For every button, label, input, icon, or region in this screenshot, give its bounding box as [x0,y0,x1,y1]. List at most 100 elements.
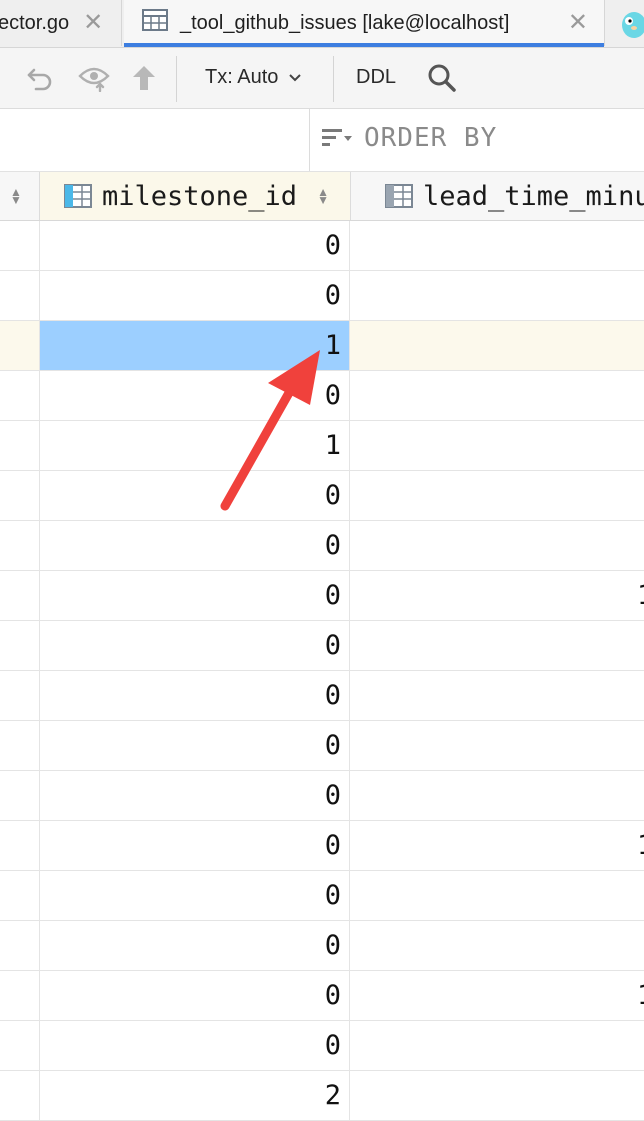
sort-arrows-icon[interactable]: ▲ ▼ [10,186,22,206]
table-cell-lead-time[interactable] [351,671,644,720]
table-row[interactable]: 0 [0,921,644,971]
table-cell-previous[interactable] [0,621,40,670]
table-row[interactable]: 0 [0,521,644,571]
table-cell-lead-time[interactable] [351,371,644,420]
table-cell-previous[interactable] [0,771,40,820]
table-row[interactable]: 0 [0,671,644,721]
table-cell-previous[interactable] [0,221,40,270]
table-cell-milestone-id[interactable]: 0 [40,471,350,520]
table-row[interactable]: 01 [0,821,644,871]
table-row[interactable]: 1 [0,421,644,471]
table-cell-previous[interactable] [0,921,40,970]
table-cell-previous[interactable] [0,871,40,920]
table-cell-milestone-id[interactable]: 0 [40,621,350,670]
table-cell-lead-time[interactable] [351,221,644,270]
table-cell-milestone-id[interactable]: 0 [40,721,350,770]
arrow-up-icon[interactable] [128,62,160,94]
table-cell-previous[interactable] [0,721,40,770]
table-cell-lead-time[interactable] [351,321,644,370]
table-row[interactable]: 0 [0,1021,644,1071]
data-grid: 001010001000001000102 [0,221,644,1121]
table-cell-lead-time[interactable]: 1 [351,821,644,870]
data-editor-toolbar: Tx: Auto DDL [0,48,644,109]
table-cell-milestone-id[interactable]: 0 [40,821,350,870]
order-by-placeholder: ORDER BY [364,123,498,153]
table-cell-milestone-id[interactable]: 0 [40,371,350,420]
table-cell-lead-time[interactable] [351,271,644,320]
column-header-row: ▲ ▼ milestone_id ▲ ▼ lead_time_minu [0,172,644,221]
table-cell-previous[interactable] [0,271,40,320]
column-header-lead-time[interactable]: lead_time_minu [351,172,644,220]
table-cell-previous[interactable] [0,421,40,470]
sort-arrows-icon[interactable]: ▲ ▼ [317,186,329,206]
table-cell-lead-time[interactable] [351,921,644,970]
table-cell-lead-time[interactable] [351,721,644,770]
table-row[interactable]: 0 [0,721,644,771]
table-cell-previous[interactable] [0,571,40,620]
table-cell-previous[interactable] [0,1071,40,1120]
table-row[interactable]: 0 [0,271,644,321]
close-icon[interactable]: ✕ [568,11,588,35]
table-cell-lead-time[interactable] [351,621,644,670]
table-cell-milestone-id[interactable]: 0 [40,771,350,820]
table-row[interactable]: 0 [0,221,644,271]
table-row[interactable]: 01 [0,571,644,621]
table-row[interactable]: 0 [0,621,644,671]
table-row[interactable]: 2 [0,1071,644,1121]
table-row[interactable]: 0 [0,771,644,821]
order-by-field[interactable]: ORDER BY [320,123,497,153]
table-cell-milestone-id[interactable]: 0 [40,271,350,320]
table-cell-milestone-id[interactable]: 0 [40,1021,350,1070]
table-cell-milestone-id[interactable]: 1 [40,321,350,370]
table-cell-milestone-id[interactable]: 2 [40,1071,350,1120]
table-row[interactable]: 1 [0,321,644,371]
table-cell-previous[interactable] [0,521,40,570]
tab-tool-github-issues[interactable]: _tool_github_issues [lake@localhost] ✕ [124,0,605,47]
table-cell-previous[interactable] [0,671,40,720]
table-cell-milestone-id[interactable]: 0 [40,221,350,270]
eye-icon[interactable] [78,62,110,94]
table-icon [142,9,168,37]
table-cell-previous[interactable] [0,321,40,370]
table-cell-lead-time[interactable] [351,771,644,820]
table-cell-lead-time[interactable] [351,1071,644,1120]
table-cell-lead-time[interactable] [351,871,644,920]
tab-label: ector.go [0,11,70,34]
table-row[interactable]: 01 [0,971,644,1021]
table-cell-previous[interactable] [0,471,40,520]
close-icon[interactable]: ✕ [83,11,103,35]
tab-ector-go[interactable]: ector.go ✕ [0,0,123,46]
table-row[interactable]: 0 [0,871,644,921]
table-cell-lead-time[interactable] [351,471,644,520]
table-cell-milestone-id[interactable]: 0 [40,921,350,970]
table-cell-milestone-id[interactable]: 0 [40,571,350,620]
table-cell-lead-time[interactable]: 1 [351,571,644,620]
toolbar-separator [176,56,177,102]
column-header-previous[interactable]: ▲ ▼ [0,172,40,220]
table-cell-lead-time[interactable] [351,421,644,470]
table-cell-previous[interactable] [0,1021,40,1070]
table-cell-milestone-id[interactable]: 0 [40,671,350,720]
filter-row: ORDER BY [0,109,644,172]
ddl-button[interactable]: DDL [356,66,396,89]
table-cell-previous[interactable] [0,371,40,420]
table-cell-lead-time[interactable] [351,521,644,570]
table-cell-milestone-id[interactable]: 0 [40,871,350,920]
table-row[interactable]: 0 [0,471,644,521]
gopher-icon[interactable] [620,8,644,38]
table-cell-lead-time[interactable] [351,1021,644,1070]
editor-tab-bar: ector.go ✕ _tool_github_issues [lake@loc… [0,0,644,48]
table-cell-milestone-id[interactable]: 0 [40,971,350,1020]
table-cell-milestone-id[interactable]: 0 [40,521,350,570]
table-cell-milestone-id[interactable]: 1 [40,421,350,470]
search-icon[interactable] [426,62,458,94]
table-cell-lead-time[interactable]: 1 [351,971,644,1020]
toolbar-separator [333,56,334,102]
table-cell-previous[interactable] [0,821,40,870]
column-header-milestone-id[interactable]: milestone_id ▲ ▼ [40,172,351,220]
transaction-mode-dropdown[interactable]: Tx: Auto [205,66,302,89]
table-row[interactable]: 0 [0,371,644,421]
column-header-label: milestone_id [102,180,298,212]
table-cell-previous[interactable] [0,971,40,1020]
revert-icon[interactable] [24,62,56,94]
